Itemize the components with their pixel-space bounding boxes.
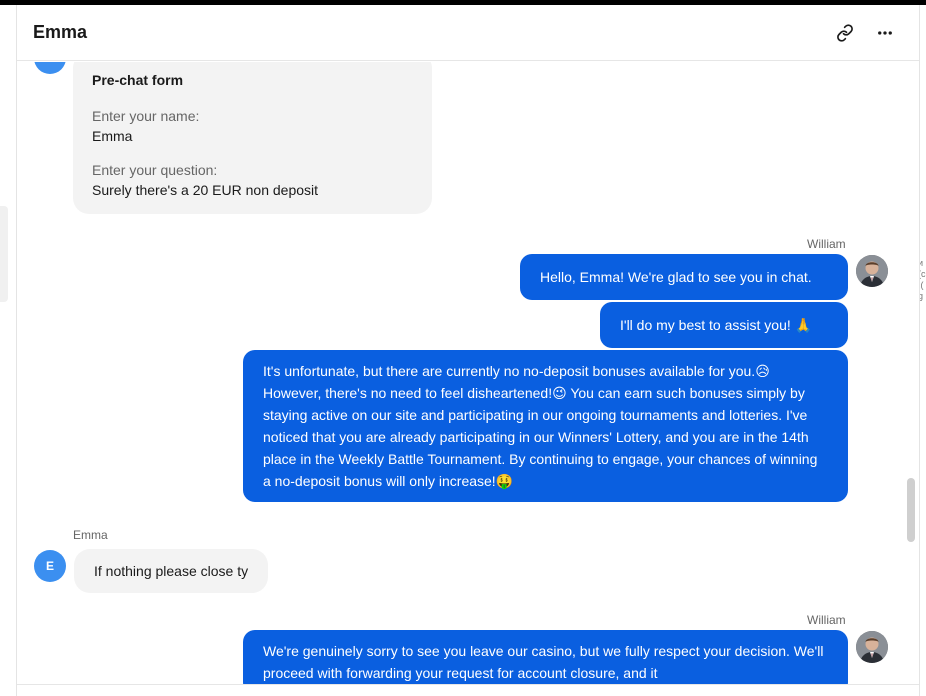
operator-message: We're genuinely sorry to see you leave o… [243,630,848,684]
operator-avatar [856,255,888,287]
message-list[interactable]: Pre-chat form Enter your name: Emma Ente… [17,62,919,684]
link-icon [837,24,853,42]
operator-name: William [807,237,846,251]
pre-chat-heading: Pre-chat form [92,72,184,88]
user-avatar: E [34,550,66,582]
message-list-scrollbar[interactable] [907,478,915,542]
more-options-button[interactable] [873,21,897,45]
chat-header: Emma [17,5,919,61]
chat-title: Emma [33,22,88,42]
operator-message: I'll do my best to assist you! 🙏 [600,302,848,348]
chat-panel: Emma Pre-chat form Enter your name: Emma… [16,5,920,696]
user-name: Emma [73,528,108,542]
user-avatar-top [34,62,66,74]
question-label: Enter your question: [92,162,218,178]
pre-chat-form-card: Pre-chat form Enter your name: Emma Ente… [73,62,432,214]
copy-link-button[interactable] [833,21,857,45]
left-side-tab[interactable] [0,206,8,302]
more-icon [878,31,892,35]
operator-name: William [807,613,846,627]
name-label: Enter your name: [92,108,200,124]
composer-divider [17,684,919,685]
operator-avatar [856,631,888,663]
name-value: Emma [92,128,133,144]
operator-message: Hello, Emma! We're glad to see you in ch… [520,254,848,300]
question-value: Surely there's a 20 EUR non deposit [92,182,319,198]
user-message: If nothing please close ty [74,549,269,593]
operator-message: It's unfortunate, but there are currentl… [243,350,848,502]
